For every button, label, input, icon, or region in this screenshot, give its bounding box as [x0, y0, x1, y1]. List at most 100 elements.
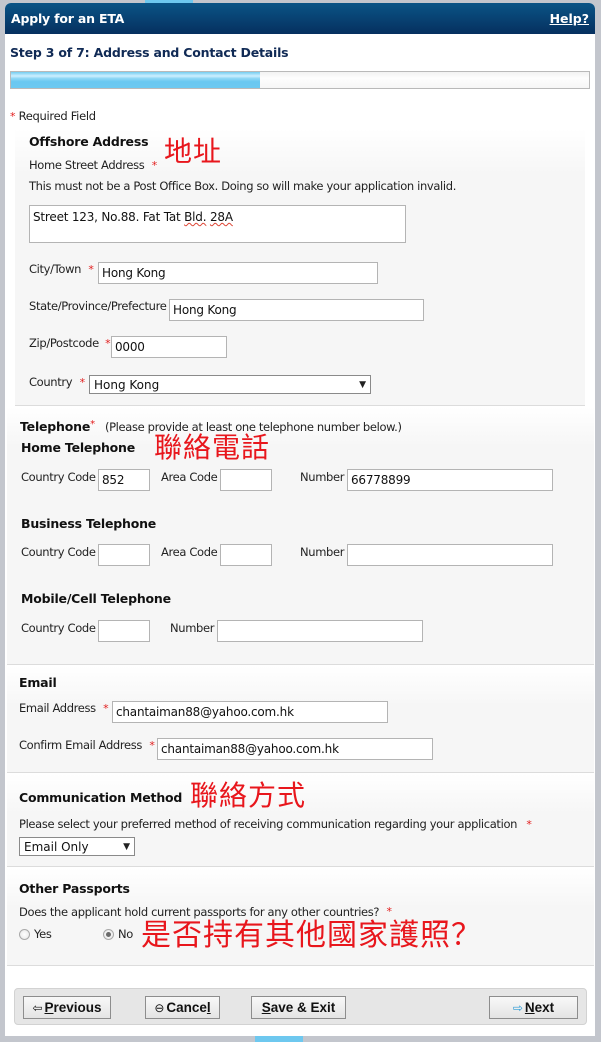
communication-annotation: 聯絡方式: [190, 779, 307, 812]
required-star: *: [79, 376, 86, 389]
required-star: *: [103, 702, 109, 715]
business-area-code-label: Area Code: [161, 545, 218, 559]
other-passports-section: Other Passports Does the applicant hold …: [7, 868, 594, 966]
business-area-code-input[interactable]: [220, 544, 272, 566]
country-selected-value: Hong Kong: [94, 377, 160, 392]
cancel-accel: l: [206, 1000, 211, 1015]
telephone-heading: Telephone: [20, 419, 91, 434]
title-bar: Apply for an ETA Help?: [5, 3, 595, 34]
radio-button-checked-icon[interactable]: [103, 928, 114, 940]
other-passports-question: Does the applicant hold current passport…: [19, 905, 392, 919]
home-number-label: Number: [300, 470, 345, 484]
dropdown-arrow-icon: ▼: [359, 379, 366, 390]
next-rest: ext: [534, 1000, 555, 1015]
spellcheck-word: 28A: [209, 210, 233, 224]
business-country-code-label: Country Code: [21, 545, 96, 559]
required-star: *: [526, 818, 532, 831]
home-telephone-heading: Home Telephone: [21, 440, 136, 455]
cancel-circle-icon: ⊖: [154, 1000, 165, 1015]
required-star: *: [149, 739, 155, 752]
mobile-country-code-input[interactable]: [98, 620, 150, 642]
previous-rest: revious: [53, 1000, 102, 1015]
next-label: Next: [525, 1000, 554, 1015]
confirm-email-input[interactable]: chantaiman88@yahoo.com.hk: [157, 738, 433, 760]
country-select[interactable]: Hong Kong ▼: [89, 375, 371, 394]
other-passports-heading: Other Passports: [19, 881, 130, 896]
email-address-input[interactable]: chantaiman88@yahoo.com.hk: [112, 701, 388, 723]
mobile-telephone-heading: Mobile/Cell Telephone: [21, 591, 171, 606]
previous-button[interactable]: ⇦ Previous: [23, 996, 111, 1019]
business-number-label: Number: [300, 545, 345, 559]
save-exit-label: Save & Exit: [262, 1000, 336, 1015]
required-star: *: [151, 159, 158, 172]
cancel-button[interactable]: ⊖ Cancel: [145, 996, 220, 1019]
offshore-address-section: Offshore Address 地址 Home Street Address …: [15, 129, 585, 406]
business-telephone-heading: Business Telephone: [21, 516, 157, 531]
bottom-accent-strip: [255, 1036, 303, 1042]
other-passports-question-text: Does the applicant hold current passport…: [19, 905, 380, 919]
telephone-annotation: 聯絡電話: [154, 431, 271, 464]
offshore-address-heading: Offshore Address: [29, 134, 149, 149]
email-address-label: Email Address *: [19, 701, 109, 715]
home-number-input[interactable]: 66778899: [347, 469, 553, 491]
zip-label-text: Zip/Postcode: [29, 336, 99, 350]
communication-method-heading: Communication Method: [19, 790, 183, 805]
city-label-text: City/Town: [29, 262, 82, 276]
home-street-address-input[interactable]: Street 123, No.88. Fat Tat Bld. 28A: [29, 205, 406, 243]
confirm-email-label-text: Confirm Email Address: [19, 738, 142, 752]
email-heading: Email: [19, 675, 57, 690]
mobile-number-input[interactable]: [217, 620, 423, 642]
communication-method-select[interactable]: Email Only ▼: [19, 837, 135, 856]
mobile-number-label: Number: [170, 621, 215, 635]
help-link[interactable]: Help?: [550, 11, 589, 26]
zip-input[interactable]: 0000: [111, 336, 227, 358]
previous-label: Previous: [45, 1000, 102, 1015]
state-input[interactable]: Hong Kong: [169, 299, 424, 321]
required-star: *: [88, 263, 94, 276]
radio-no-label: No: [118, 927, 133, 941]
zip-label: Zip/Postcode *: [29, 336, 111, 350]
required-star: *: [90, 419, 96, 430]
business-country-code-input[interactable]: [98, 544, 150, 566]
step-label: Step 3 of 7: Address and Contact Details: [10, 45, 289, 60]
save-exit-button[interactable]: Save & Exit: [251, 996, 346, 1019]
cancel-pre: Cance: [166, 1000, 207, 1015]
window-title: Apply for an ETA: [11, 11, 125, 26]
business-number-input[interactable]: [347, 544, 553, 566]
address-annotation: 地址: [164, 135, 223, 168]
arrow-right-icon: ⇨: [512, 1000, 523, 1015]
country-label-text: Country: [29, 375, 73, 389]
city-input[interactable]: Hong Kong: [98, 262, 378, 284]
home-country-code-input[interactable]: 852: [98, 469, 150, 491]
navigation-footer: ⇦ Previous ⊖ Cancel Save & Exit ⇨ Next: [14, 988, 587, 1025]
next-accel: N: [524, 1000, 535, 1015]
email-address-label-text: Email Address: [19, 701, 96, 715]
street-text: Street 123, No.88. Fat Tat: [33, 210, 185, 224]
home-street-address-label: Home Street Address *: [29, 158, 157, 172]
home-area-code-label: Area Code: [161, 470, 218, 484]
radio-button-icon[interactable]: [19, 928, 30, 940]
required-field-text: Required Field: [18, 109, 96, 123]
arrow-left-icon: ⇦: [32, 1000, 43, 1015]
state-label-text: State/Province/Prefecture: [29, 299, 167, 313]
radio-yes-label: Yes: [34, 927, 52, 941]
save-exit-accel: S: [261, 1000, 271, 1015]
email-section: Email Email Address * chantaiman88@yahoo…: [7, 666, 594, 773]
next-button[interactable]: ⇨ Next: [489, 996, 578, 1019]
home-area-code-input[interactable]: [220, 469, 272, 491]
radio-no[interactable]: No: [103, 927, 133, 941]
required-star: *: [105, 337, 111, 350]
radio-yes[interactable]: Yes: [19, 927, 52, 941]
save-exit-rest: ave & Exit: [270, 1000, 336, 1015]
required-star: *: [10, 110, 16, 123]
home-country-code-label: Country Code: [21, 470, 96, 484]
spellcheck-word: Bld.: [184, 210, 207, 224]
cancel-label: Cancel: [166, 1000, 210, 1015]
step-progress-bar: [10, 71, 590, 89]
po-box-warning: This must not be a Post Office Box. Doin…: [29, 179, 457, 193]
home-street-address-text: Home Street Address: [29, 158, 145, 172]
other-passports-annotation: 是否持有其他國家護照？: [141, 918, 482, 953]
eta-application-window: Apply for an ETA Help? Step 3 of 7: Addr…: [5, 3, 595, 1036]
previous-accel: P: [44, 1000, 54, 1015]
required-star: *: [386, 905, 392, 918]
